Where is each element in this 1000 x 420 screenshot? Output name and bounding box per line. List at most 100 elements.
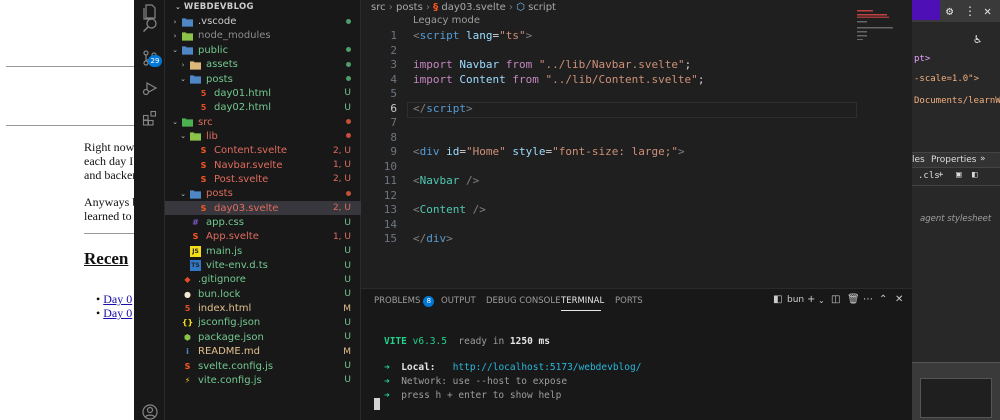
folder-icon (190, 59, 201, 70)
git-status-dot (346, 131, 351, 141)
more-icon[interactable]: ⋯ (863, 294, 873, 305)
tree-file[interactable]: # app.css U (165, 215, 361, 229)
more-icon[interactable]: ⋮ (964, 4, 976, 18)
code-line[interactable]: </div> (413, 232, 453, 245)
git-status-badge: 1, U (332, 160, 351, 171)
tree-file[interactable]: {} jsconfig.json U (165, 316, 361, 330)
tree-folder[interactable]: ⌄ posts (165, 187, 361, 201)
git-status-badge: U (344, 375, 351, 386)
recent-link[interactable]: Day 0 (103, 292, 132, 306)
tree-file[interactable]: 5 day02.html U (165, 101, 361, 115)
code-token: < (413, 145, 420, 158)
code-line[interactable]: import Content from "../lib/Content.svel… (413, 73, 704, 86)
tab-output[interactable]: OUTPUT (441, 296, 476, 306)
recent-link[interactable]: Day 0 (103, 306, 132, 320)
tab-styles[interactable]: les (912, 155, 925, 165)
breadcrumb-symbol[interactable]: script (528, 2, 556, 13)
chevron-right-icon[interactable]: › (179, 61, 187, 69)
chevron-right-icon[interactable]: › (171, 18, 179, 26)
divider (6, 125, 140, 126)
code-token: < (413, 174, 420, 187)
tree-file[interactable]: S Post.svelte 2, U (165, 172, 361, 186)
code-line[interactable]: </script> (413, 102, 473, 115)
tree-file[interactable]: S Content.svelte 2, U (165, 144, 361, 158)
more-tabs-icon[interactable]: » (980, 154, 986, 164)
search-icon[interactable] (134, 11, 165, 39)
computed-icon[interactable]: ◧ (972, 170, 977, 180)
tab-terminal[interactable]: TERMINAL (561, 296, 604, 306)
tree-file[interactable]: 5 index.html M (165, 302, 361, 316)
tree-file[interactable]: S App.svelte 1, U (165, 230, 361, 244)
accessibility-icon[interactable]: ♿ (974, 32, 981, 46)
tree-folder[interactable]: ⌄ lib (165, 129, 361, 143)
trash-icon[interactable]: 🗑 (847, 294, 860, 305)
divider (6, 66, 140, 67)
tree-folder[interactable]: › assets (165, 58, 361, 72)
run-debug-icon[interactable] (134, 74, 165, 102)
tree-folder[interactable]: › node_modules (165, 29, 361, 43)
terminal-name[interactable]: bun (787, 295, 804, 305)
tree-folder[interactable]: ⌄ posts (165, 72, 361, 86)
line-number: 10 (383, 159, 397, 173)
tree-file[interactable]: TS vite-env.d.ts U (165, 258, 361, 272)
maximize-panel-icon[interactable]: ⌃ (879, 294, 887, 305)
tree-file[interactable]: ⚡ vite.config.js U (165, 373, 361, 387)
tree-item-label: vite-env.d.ts (206, 260, 268, 272)
tree-file[interactable]: ● bun.lock U (165, 287, 361, 301)
close-panel-icon[interactable]: ✕ (895, 294, 903, 305)
tab-problems[interactable]: PROBLEMS 8 (374, 296, 435, 307)
paint-icon[interactable]: ▣ (956, 170, 961, 180)
tree-file[interactable]: i README.md M (165, 345, 361, 359)
tree-file[interactable]: 5 day01.html U (165, 86, 361, 100)
tab-properties[interactable]: Properties (931, 155, 976, 165)
tree-file[interactable]: ◆ .gitignore U (165, 273, 361, 287)
tree-folder[interactable]: ⌄ src (165, 115, 361, 129)
codelens-legacy-mode[interactable]: Legacy mode (413, 15, 480, 26)
tree-file[interactable]: S Navbar.svelte 1, U (165, 158, 361, 172)
explorer-sidebar: ⌄ WEBDEVBLOG › .vscode › node_modules ⌄ publi… (165, 0, 361, 420)
tab-ports[interactable]: PORTS (615, 296, 643, 306)
chevron-down-icon[interactable]: ⌄ (171, 46, 179, 54)
recent-list-item[interactable]: • Day 0 (96, 292, 132, 307)
chevron-down-icon[interactable]: ⌄ (818, 296, 825, 305)
devtools-accent (912, 0, 940, 20)
git-status-badge: U (344, 102, 351, 113)
breadcrumb-posts[interactable]: posts (396, 2, 423, 13)
recent-list-item[interactable]: • Day 0 (96, 306, 132, 321)
explorer-root-title[interactable]: ⌄ WEBDEVBLOG (175, 2, 254, 12)
add-rule-icon[interactable]: + (938, 170, 943, 180)
tree-folder[interactable]: › .vscode (165, 15, 361, 29)
svelte-file-icon: S (200, 146, 207, 156)
tree-file[interactable]: Ssvelte.config.js U (165, 359, 361, 373)
chevron-down-icon[interactable]: ⌄ (179, 132, 187, 140)
tree-folder[interactable]: ⌄ public (165, 43, 361, 57)
breadcrumb-src[interactable]: src (371, 2, 386, 13)
git-status-badge: M (343, 346, 351, 357)
chevron-right-icon[interactable]: › (171, 32, 179, 40)
code-line[interactable]: <script lang="ts"> (413, 29, 532, 42)
gear-icon[interactable]: ⚙ (946, 4, 953, 18)
split-terminal-icon[interactable]: ◫ (831, 294, 840, 305)
close-icon[interactable]: ✕ (984, 4, 991, 18)
code-line[interactable]: <Navbar /> (413, 174, 479, 187)
code-line[interactable]: import Navbar from "../lib/Navbar.svelte… (413, 58, 691, 71)
breadcrumb-file[interactable]: day03.svelte (441, 2, 505, 13)
chevron-down-icon[interactable]: ⌄ (179, 190, 187, 198)
tree-file[interactable]: Sday03.svelte 2, U (165, 201, 361, 216)
code-line[interactable]: <div id="Home" style="font-size: large;"… (413, 145, 685, 158)
minimap[interactable] (857, 10, 909, 40)
tree-file[interactable]: JS main.js U (165, 244, 361, 258)
tab-debug-console[interactable]: DEBUG CONSOLE (486, 296, 560, 306)
git-status-dot (346, 60, 351, 70)
line-number: 5 (390, 87, 397, 100)
cls-toggle[interactable]: .cls (918, 171, 940, 181)
account-icon[interactable] (134, 398, 165, 420)
chevron-down-icon[interactable]: ⌄ (171, 118, 179, 126)
extensions-icon[interactable] (134, 104, 165, 132)
code-token: div (419, 145, 440, 158)
chevron-down-icon[interactable]: ⌄ (179, 75, 187, 83)
new-terminal-icon[interactable]: + (807, 294, 815, 305)
tree-file[interactable]: ⬢ package.json U (165, 330, 361, 344)
code-line[interactable]: <Content /> (413, 203, 486, 216)
local-url-link[interactable]: http://localhost:5173/webdevblog/ (453, 362, 642, 373)
